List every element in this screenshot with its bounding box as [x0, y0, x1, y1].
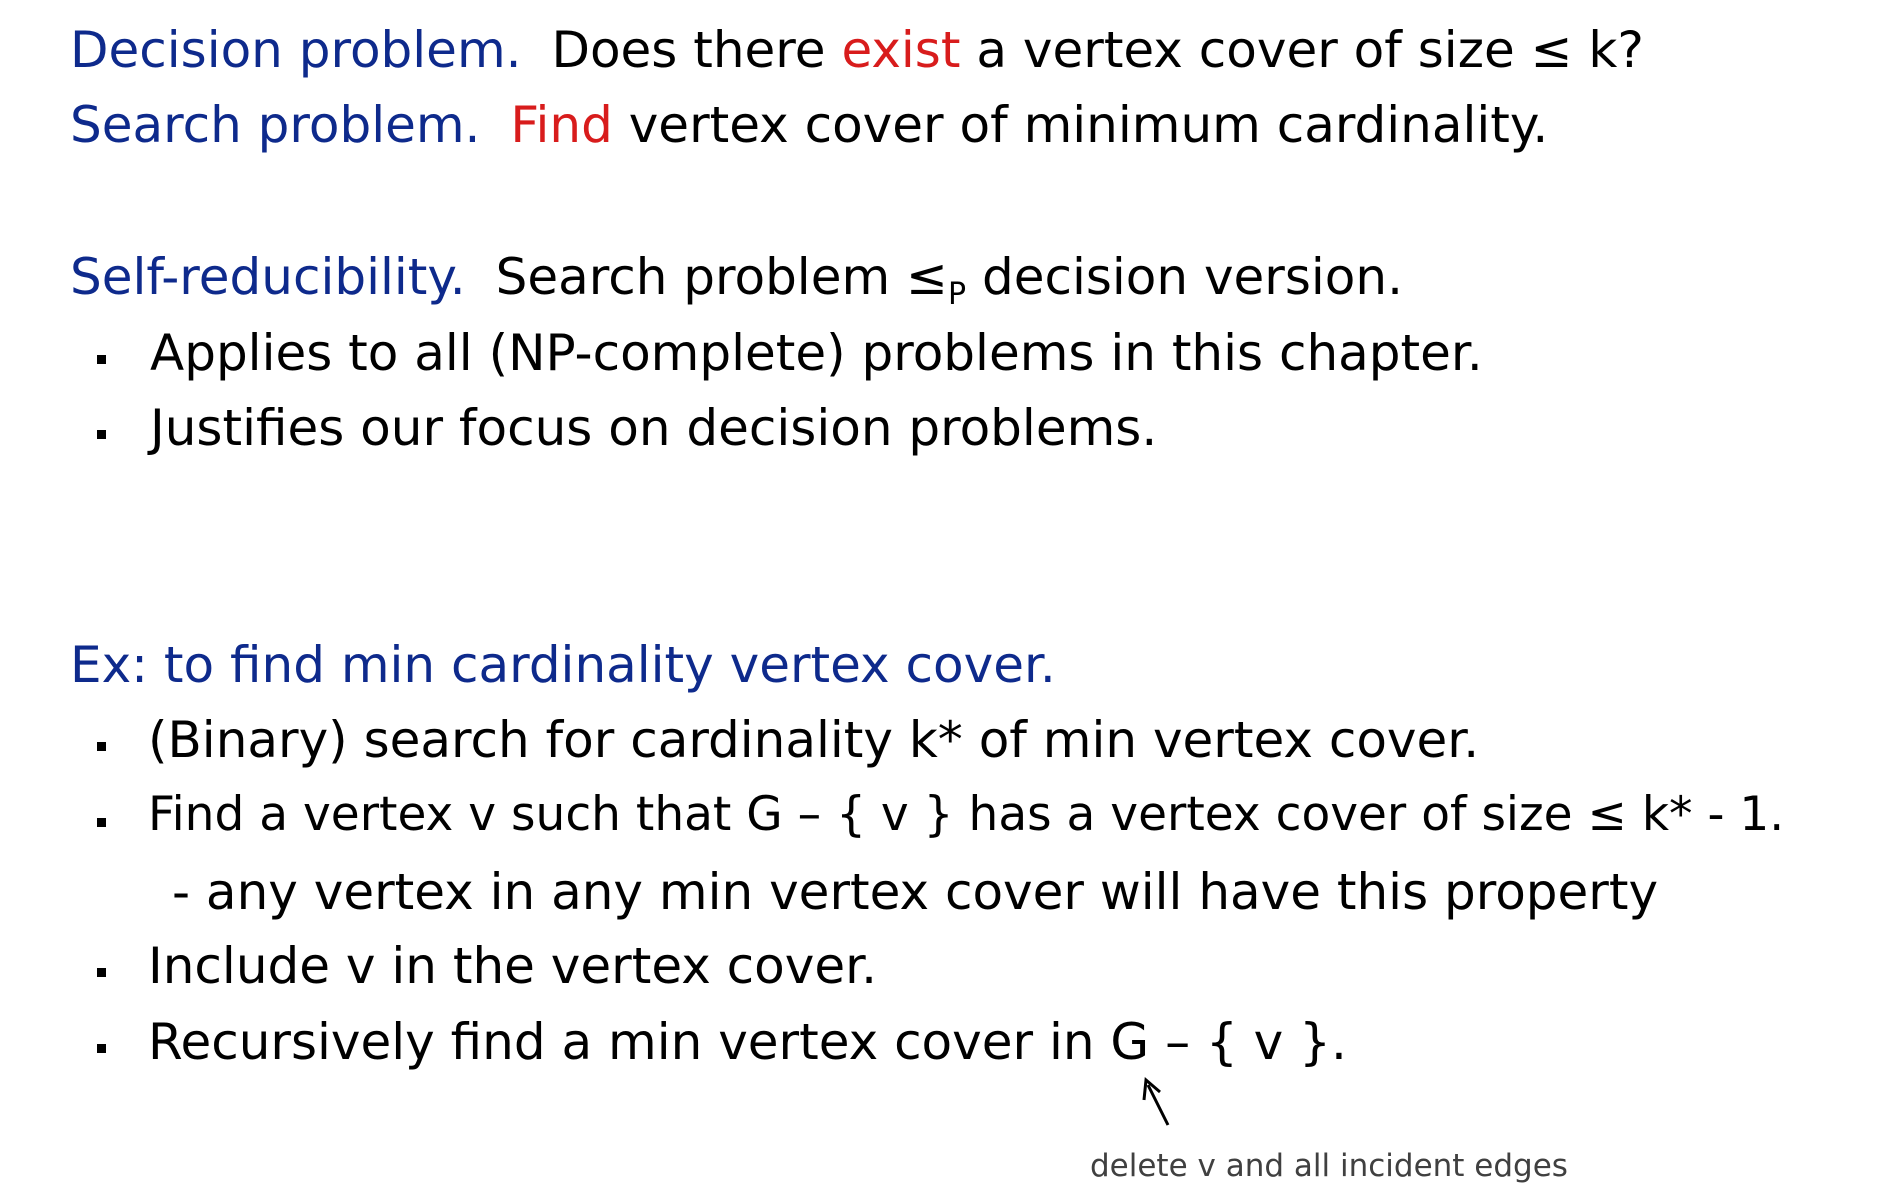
annotation-arrow	[1142, 1076, 1170, 1126]
annotation-text: delete v and all incident edges	[1090, 1148, 1568, 1184]
